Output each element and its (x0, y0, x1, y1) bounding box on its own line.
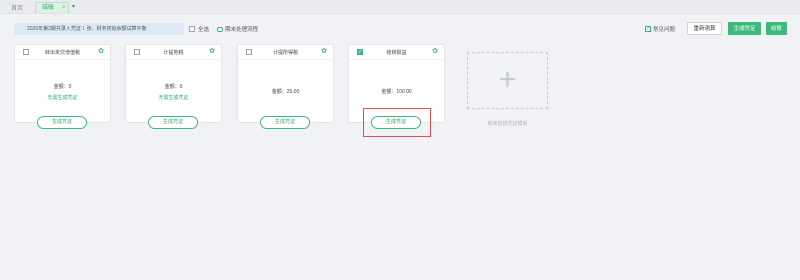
card-status: 无需生成凭证 (158, 95, 189, 101)
highlight-frame (363, 108, 431, 137)
faq-label: 常见问题 (653, 27, 676, 33)
card-header: ✓ 结转损益 ✿ (349, 45, 444, 60)
tab-closing-label: 结账 (42, 5, 55, 11)
voucher-count: 1 (82, 26, 86, 32)
tab-closing[interactable]: 结账 × (35, 2, 69, 13)
card-amount: 金额：100.00 (381, 89, 412, 95)
gear-icon[interactable]: ✿ (321, 47, 327, 55)
card-amount: 金额：0 (53, 84, 72, 90)
chevron-down-icon[interactable]: ▾ (72, 3, 75, 10)
plus-icon: + (498, 63, 517, 96)
card-title: 转出未交增值税 (44, 50, 80, 56)
close-icon[interactable]: × (62, 3, 66, 13)
add-template-button[interactable]: + (467, 52, 548, 109)
retest-button[interactable]: 重新测算 (687, 22, 722, 35)
tab-bar: 首页 结账 × ▾ (0, 0, 800, 14)
period-notice: 2020年第2期共录入凭证 1 张，财务初始余额试算平衡 (14, 23, 184, 35)
add-template-label: 期末结转凭证模板 (487, 121, 528, 127)
card-amount: 金额：0 (164, 84, 183, 90)
checkbox-icon[interactable] (189, 26, 195, 32)
faq-icon: ✓ (645, 26, 651, 32)
card-header: 转出未交增值税 ✿ (15, 45, 110, 60)
flow-icon (217, 26, 223, 32)
gear-icon[interactable]: ✿ (432, 47, 438, 55)
card-title: 计提所得税 (272, 50, 298, 56)
period-end-flow-link[interactable]: 期末处理流程 (217, 25, 258, 33)
period-end-flow-label: 期末处理流程 (225, 27, 259, 33)
card-title: 计提地税 (163, 50, 184, 56)
close-period-button[interactable]: 结账 (766, 22, 787, 35)
gear-icon[interactable]: ✿ (98, 47, 104, 55)
card-generate-button[interactable]: 生成凭证 (260, 116, 310, 129)
closing-card-income-tax: 计提所得税 ✿ 金额：25.00 (237, 44, 334, 123)
card-header: 计提所得税 ✿ (238, 45, 333, 60)
closing-card-vat: 转出未交增值税 ✿ 金额：0 无需生成凭证 (14, 44, 111, 123)
closing-card-local-tax: 计提地税 ✿ 金额：0 无需生成凭证 (125, 44, 222, 123)
select-all-checkbox[interactable]: 全选 (189, 25, 209, 33)
gear-icon[interactable]: ✿ (209, 47, 215, 55)
card-header: 计提地税 ✿ (126, 45, 221, 60)
card-generate-button[interactable]: 生成凭证 (148, 116, 198, 129)
faq-link[interactable]: ✓ 常见问题 (645, 25, 675, 33)
card-status: 无需生成凭证 (47, 95, 78, 101)
card-generate-button[interactable]: 生成凭证 (37, 116, 87, 129)
select-all-label: 全选 (198, 27, 210, 33)
card-title: 结转损益 (386, 50, 407, 56)
card-amount: 金额：25.00 (271, 89, 300, 95)
tab-home[interactable]: 首页 (11, 3, 23, 12)
generate-voucher-button[interactable]: 生成凭证 (728, 22, 761, 35)
